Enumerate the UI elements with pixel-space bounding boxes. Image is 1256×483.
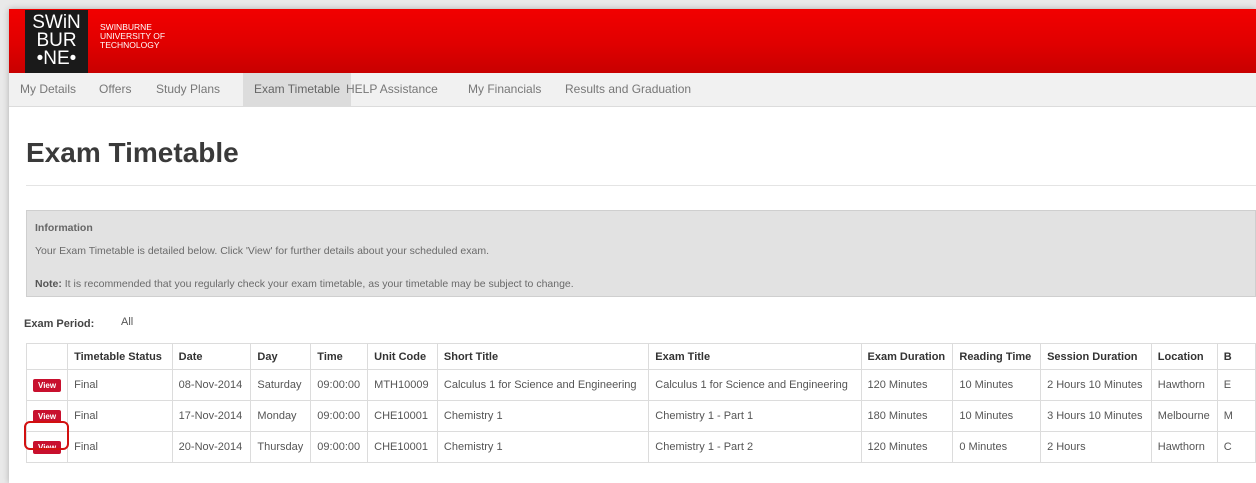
table-cell: 2 Hours 10 Minutes: [1040, 369, 1152, 401]
tab-results-and-graduation[interactable]: Results and Graduation: [554, 73, 702, 106]
table-cell: 09:00:00: [310, 431, 369, 463]
table-cell: MTH10009: [367, 369, 438, 401]
divider: [26, 185, 1256, 186]
page: SWiN BUR •NE• SWINBURNE UNIVERSITY OF TE…: [9, 9, 1256, 483]
main-nav: My Details Offers Study Plans Exam Timet…: [9, 73, 1256, 107]
column-header[interactable]: Time: [310, 343, 369, 370]
column-header[interactable]: Timetable Status: [67, 343, 173, 370]
table-cell: 17-Nov-2014: [171, 400, 252, 432]
tab-my-details[interactable]: My Details: [9, 73, 87, 106]
table-cell: Calculus 1 for Science and Engineering: [648, 369, 862, 401]
table-cell: 3 Hours 10 Minutes: [1040, 400, 1152, 432]
column-header[interactable]: B: [1216, 343, 1256, 370]
table-cell: Final: [67, 369, 173, 401]
tab-study-plans[interactable]: Study Plans: [145, 73, 231, 106]
table-cell: Chemistry 1: [436, 400, 650, 432]
table-cell: 20-Nov-2014: [171, 431, 252, 463]
tab-my-financials[interactable]: My Financials: [457, 73, 552, 106]
table-cell: Saturday: [250, 369, 312, 401]
column-header[interactable]: Exam Duration: [860, 343, 954, 370]
table-cell: Chemistry 1 - Part 1: [648, 400, 862, 432]
exam-period-label: Exam Period:: [24, 318, 95, 330]
column-header[interactable]: Short Title: [436, 343, 650, 370]
swinburne-logo[interactable]: SWiN BUR •NE•: [25, 10, 88, 73]
action-cell: View: [25, 431, 69, 463]
university-name-line: TECHNOLOGY: [100, 40, 160, 50]
view-button[interactable]: View: [33, 409, 62, 423]
table-cell: 120 Minutes: [860, 431, 954, 463]
column-header: [25, 343, 69, 370]
tab-offers[interactable]: Offers: [88, 73, 142, 106]
table-cell: Monday: [250, 400, 312, 432]
table-cell: 0 Minutes: [952, 431, 1042, 463]
university-name: SWINBURNE UNIVERSITY OF TECHNOLOGY: [100, 23, 165, 50]
table-cell: Hawthorn: [1150, 431, 1218, 463]
table-row: View Final 17-Nov-2014 Monday 09:00:00 C…: [25, 400, 1256, 432]
view-button[interactable]: View: [33, 440, 62, 454]
table-row: View Final 08-Nov-2014 Saturday 09:00:00…: [25, 369, 1256, 401]
table-cell: CHE10001: [367, 431, 438, 463]
table-cell: 09:00:00: [310, 400, 369, 432]
column-header[interactable]: Session Duration: [1040, 343, 1152, 370]
table-cell: Final: [67, 400, 173, 432]
table-cell: 120 Minutes: [860, 369, 954, 401]
exam-timetable-table: Timetable Status Date Day Time Unit Code…: [25, 343, 1256, 463]
table-cell: 10 Minutes: [952, 369, 1042, 401]
table-cell: E: [1216, 369, 1256, 401]
site-header: SWiN BUR •NE• SWINBURNE UNIVERSITY OF TE…: [9, 9, 1256, 73]
column-header[interactable]: Date: [171, 343, 252, 370]
action-cell: View: [25, 400, 69, 432]
table-cell: 10 Minutes: [952, 400, 1042, 432]
column-header[interactable]: Unit Code: [367, 343, 438, 370]
table-cell: M: [1216, 400, 1256, 432]
table-row: View Final 20-Nov-2014 Thursday 09:00:00…: [25, 431, 1256, 463]
table-cell: Final: [67, 431, 173, 463]
information-panel: Information Your Exam Timetable is detai…: [26, 210, 1256, 297]
table-cell: 2 Hours: [1040, 431, 1152, 463]
info-text: Your Exam Timetable is detailed below. C…: [35, 245, 489, 257]
table-cell: 180 Minutes: [860, 400, 954, 432]
table-cell: 09:00:00: [310, 369, 369, 401]
exam-period-value[interactable]: All: [121, 316, 133, 328]
table-cell: C: [1216, 431, 1256, 463]
table-cell: Chemistry 1: [436, 431, 650, 463]
table-cell: Hawthorn: [1150, 369, 1218, 401]
table-header-row: Timetable Status Date Day Time Unit Code…: [25, 343, 1256, 370]
page-title: Exam Timetable: [26, 137, 239, 168]
table-cell: Thursday: [250, 431, 312, 463]
info-heading: Information: [35, 222, 93, 234]
view-button[interactable]: View: [33, 378, 62, 392]
table-cell: CHE10001: [367, 400, 438, 432]
table-cell: Chemistry 1 - Part 2: [648, 431, 862, 463]
info-note: Note: It is recommended that you regular…: [35, 278, 574, 290]
table-cell: Calculus 1 for Science and Engineering: [436, 369, 650, 401]
note-text: It is recommended that you regularly che…: [61, 278, 574, 290]
column-header[interactable]: Exam Title: [648, 343, 862, 370]
column-header[interactable]: Location: [1150, 343, 1218, 370]
note-label: Note:: [35, 278, 62, 290]
column-header[interactable]: Reading Time: [952, 343, 1042, 370]
tab-help-assistance[interactable]: HELP Assistance: [335, 73, 449, 106]
action-cell: View: [25, 369, 69, 401]
table-cell: 08-Nov-2014: [171, 369, 252, 401]
logo-line: •NE•: [36, 48, 77, 69]
column-header[interactable]: Day: [250, 343, 312, 370]
table-cell: Melbourne: [1150, 400, 1218, 432]
